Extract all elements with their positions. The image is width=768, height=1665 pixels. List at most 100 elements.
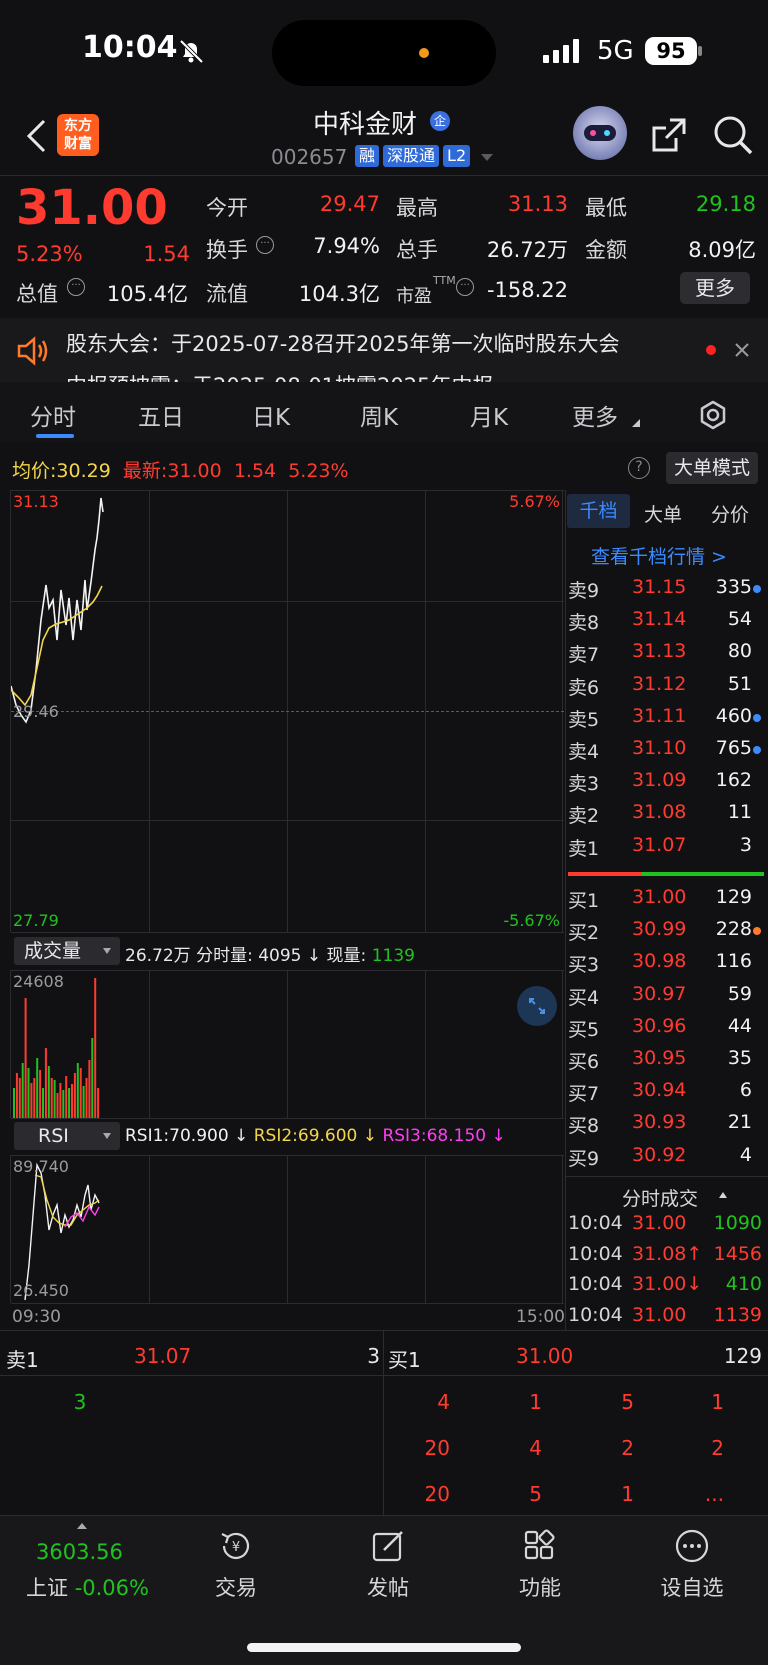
bid-row[interactable]: 买5 30.96 44 [566,1011,768,1043]
large-order-dot [753,585,761,593]
notice-line1: 股东大会：于2025-07-28召开2025年第一次临时股东大会 [66,332,620,356]
trades-title[interactable]: 分时成交 [622,1184,698,1211]
ask-row[interactable]: 卖8 31.14 54 [566,604,768,636]
volume-chart[interactable]: 24608 [10,970,564,1119]
notice-banner[interactable]: 股东大会：于2025-07-28召开2025年第一次临时股东大会 中报预披露：于… [0,318,768,382]
high-value: 31.13 [507,192,568,216]
change-amount: 1.54 [143,242,190,266]
tab-thousand-levels[interactable]: 千档 [567,494,630,528]
ask-row[interactable]: 卖7 31.13 80 [566,636,768,668]
view-levels-link[interactable]: 查看千档行情 > [591,542,727,569]
more-button[interactable]: 更多 [680,272,750,304]
level-volume: 21 [727,1111,752,1134]
bid-row[interactable]: 买7 30.94 6 [566,1075,768,1107]
low-label: 最低 [585,196,627,220]
trade-price: 31.00↓ [632,1273,703,1295]
gear-icon[interactable] [698,400,728,430]
info-icon[interactable]: ··· [256,236,274,254]
ask-row[interactable]: 卖1 31.07 3 [566,830,768,862]
nav-post[interactable]: 发帖 [328,1572,448,1602]
robot-avatar-icon[interactable] [573,106,627,160]
stock-badges: 融深股通 L2 [351,145,471,167]
tab-daily-k[interactable]: 日K [252,398,290,432]
ask-row[interactable]: 卖6 31.12 51 [566,669,768,701]
level-volume: 335 [715,576,752,598]
ask-row[interactable]: 卖9 31.15 335 [566,572,768,604]
volume-bar [59,1083,62,1118]
tab-monthly-k[interactable]: 月K [470,398,508,432]
back-chevron-icon[interactable] [24,118,48,154]
bid-row[interactable]: 买6 30.95 35 [566,1043,768,1075]
nav-functions[interactable]: 功能 [480,1572,600,1602]
tab-intraday[interactable]: 分时 [30,398,76,432]
trade-volume: 1139 [713,1303,762,1326]
volume-bar [68,1088,71,1118]
trade-icon[interactable]: ¥ [218,1528,254,1564]
volume-bar [91,1038,94,1118]
rsi-lines [24,1162,100,1301]
level-price: 31.08 [632,801,687,824]
volume-bar [76,1063,79,1118]
large-order-dot [753,713,761,722]
level-label: 卖9 [568,580,600,602]
speaker-icon [17,336,48,366]
bid-row[interactable]: 买8 30.93 21 [566,1107,768,1139]
bid-row[interactable]: 买3 30.98 116 [566,946,768,978]
bid-row[interactable]: 买1 31.00 129 [566,882,768,914]
nav-add-watchlist[interactable]: 设自选 [632,1572,752,1602]
level-price: 30.99 [632,918,687,941]
tab-price-distribution[interactable]: 分价 [711,500,749,527]
expand-icon[interactable] [517,986,557,1026]
big-order-mode-button[interactable]: 大单模式 [666,452,758,484]
index-summary[interactable]: 上证 -0.06% [26,1572,149,1602]
queue-bid-item: 1 [529,1390,542,1414]
battery-indicator: 95 [645,37,697,65]
tab-big-orders[interactable]: 大单 [644,500,682,527]
level-volume: 765 [715,737,752,759]
info-icon[interactable]: ··· [67,278,85,296]
ask-row[interactable]: 卖4 31.10 765 [566,733,768,765]
level-label: 买8 [568,1115,600,1138]
edit-post-icon[interactable] [370,1528,406,1564]
pe-value: -158.22 [486,278,568,302]
ask-row[interactable]: 卖5 31.11 460 [566,701,768,733]
bid-row[interactable]: 买9 30.92 4 [566,1140,768,1172]
dynamic-island [272,20,496,86]
trade-price: 31.00 [632,1212,687,1234]
intraday-chart[interactable]: 31.13 5.67% 29.46 27.79 -5.67% [10,490,564,933]
grid-functions-icon[interactable] [522,1528,558,1564]
nav-trade[interactable]: 交易 [176,1572,296,1602]
dropdown-caret-icon[interactable] [480,152,494,162]
ask-row[interactable]: 卖3 31.09 162 [566,765,768,797]
bid-row[interactable]: 买2 30.99 228 [566,914,768,946]
index-value[interactable]: 3603.56 [36,1540,123,1564]
float-value: 104.3亿 [298,282,380,306]
amount-value: 8.09亿 [688,238,756,262]
high-label: 最高 [396,196,438,220]
level-volume: 3 [739,833,752,856]
queue-bid-item: 2 [711,1436,724,1460]
app-logo[interactable]: 东方 财富 [57,114,99,156]
chart-bottom-price: 27.79 [13,911,59,930]
volume-bar [73,1073,76,1118]
trade-volume: 1090 [713,1212,762,1234]
chart-mid-price: 29.46 [13,702,59,721]
info-icon[interactable]: ··· [456,278,474,296]
share-icon[interactable] [650,116,688,154]
volume-indicator-select[interactable]: 成交量 [14,937,120,965]
tab-more[interactable]: 更多 [572,398,618,432]
close-icon[interactable] [734,342,750,358]
search-icon[interactable] [712,114,754,156]
rsi-chart[interactable]: 89.740 26.450 [10,1155,564,1304]
bid-row[interactable]: 买4 30.97 59 [566,979,768,1011]
rsi-indicator-select[interactable]: RSI [14,1122,120,1150]
ask-row[interactable]: 卖2 31.08 11 [566,797,768,829]
tab-weekly-k[interactable]: 周K [360,398,398,432]
volume-bar [42,1088,44,1118]
help-icon[interactable]: ? [628,457,650,479]
rsi-values: RSI1:70.900 ↓ RSI2:69.600 ↓ RSI3:68.150 … [125,1126,506,1146]
volume-bar [62,1090,65,1118]
more-dots-icon[interactable] [674,1528,710,1564]
tab-five-day[interactable]: 五日 [138,398,184,432]
level-label: 买9 [568,1147,600,1170]
